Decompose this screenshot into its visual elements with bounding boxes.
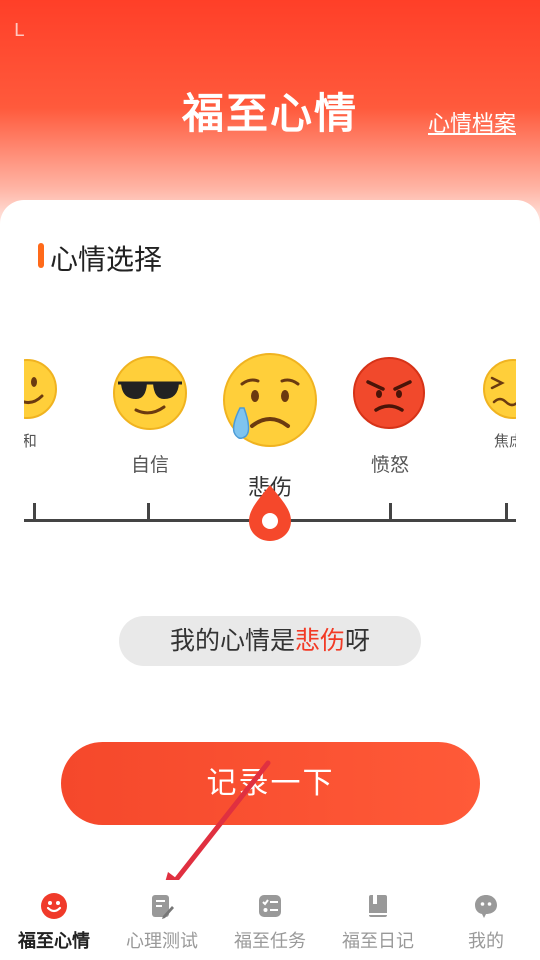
smile-face-icon [41,893,67,919]
slider-tick [389,503,392,522]
sunglasses-emoji-icon[interactable] [112,355,188,431]
tab-label: 心理测试 [126,931,198,952]
angry-emoji-icon[interactable] [352,356,426,430]
chat-bubble-icon [475,895,497,918]
mood-label-angry: 愤怒 [370,454,409,476]
tab-label: 福至日记 [342,931,414,952]
tab-psych-test[interactable]: 心理测试 [108,880,216,960]
slider-tick [505,503,508,522]
tab-diary[interactable]: 福至日记 [324,880,432,960]
task-list-icon [259,895,281,917]
edit-note-icon [152,895,174,919]
mood-result-suffix: 呀 [345,626,371,655]
mood-result-prefix: 我的心情是 [169,626,295,655]
mood-result-word: 悲伤 [294,626,345,655]
status-indicator: L [14,20,25,41]
section-title: 心情选择 [50,243,163,276]
bottom-tab-bar: 福至心情 心理测试 福至任务 福至日记 我的 [0,880,540,960]
tab-label: 福至心情 [18,931,90,952]
mood-result: 我的心情是悲伤呀 [119,616,421,666]
mood-archive-link[interactable]: 心情档案 [428,106,516,138]
tab-mine[interactable]: 我的 [432,880,540,960]
slider-handle[interactable] [247,483,293,543]
slight-smile-emoji-icon[interactable] [24,358,58,420]
slider-tick [147,503,150,522]
mood-label-anxious: 焦虑 [494,432,516,450]
mood-label-confident: 自信 [130,454,169,476]
diary-book-icon [369,895,387,917]
tab-label: 我的 [468,931,504,952]
record-button[interactable]: 记录一下 [61,742,480,825]
section-accent-bar [38,243,44,268]
slider-tick [33,503,36,522]
tab-label: 福至任务 [234,931,306,952]
tab-mood[interactable]: 福至心情 [0,880,108,960]
sad-tear-emoji-icon[interactable] [220,350,320,450]
mood-label-calm: z和 [24,432,37,450]
anxious-emoji-icon[interactable] [482,358,516,420]
tab-tasks[interactable]: 福至任务 [216,880,324,960]
